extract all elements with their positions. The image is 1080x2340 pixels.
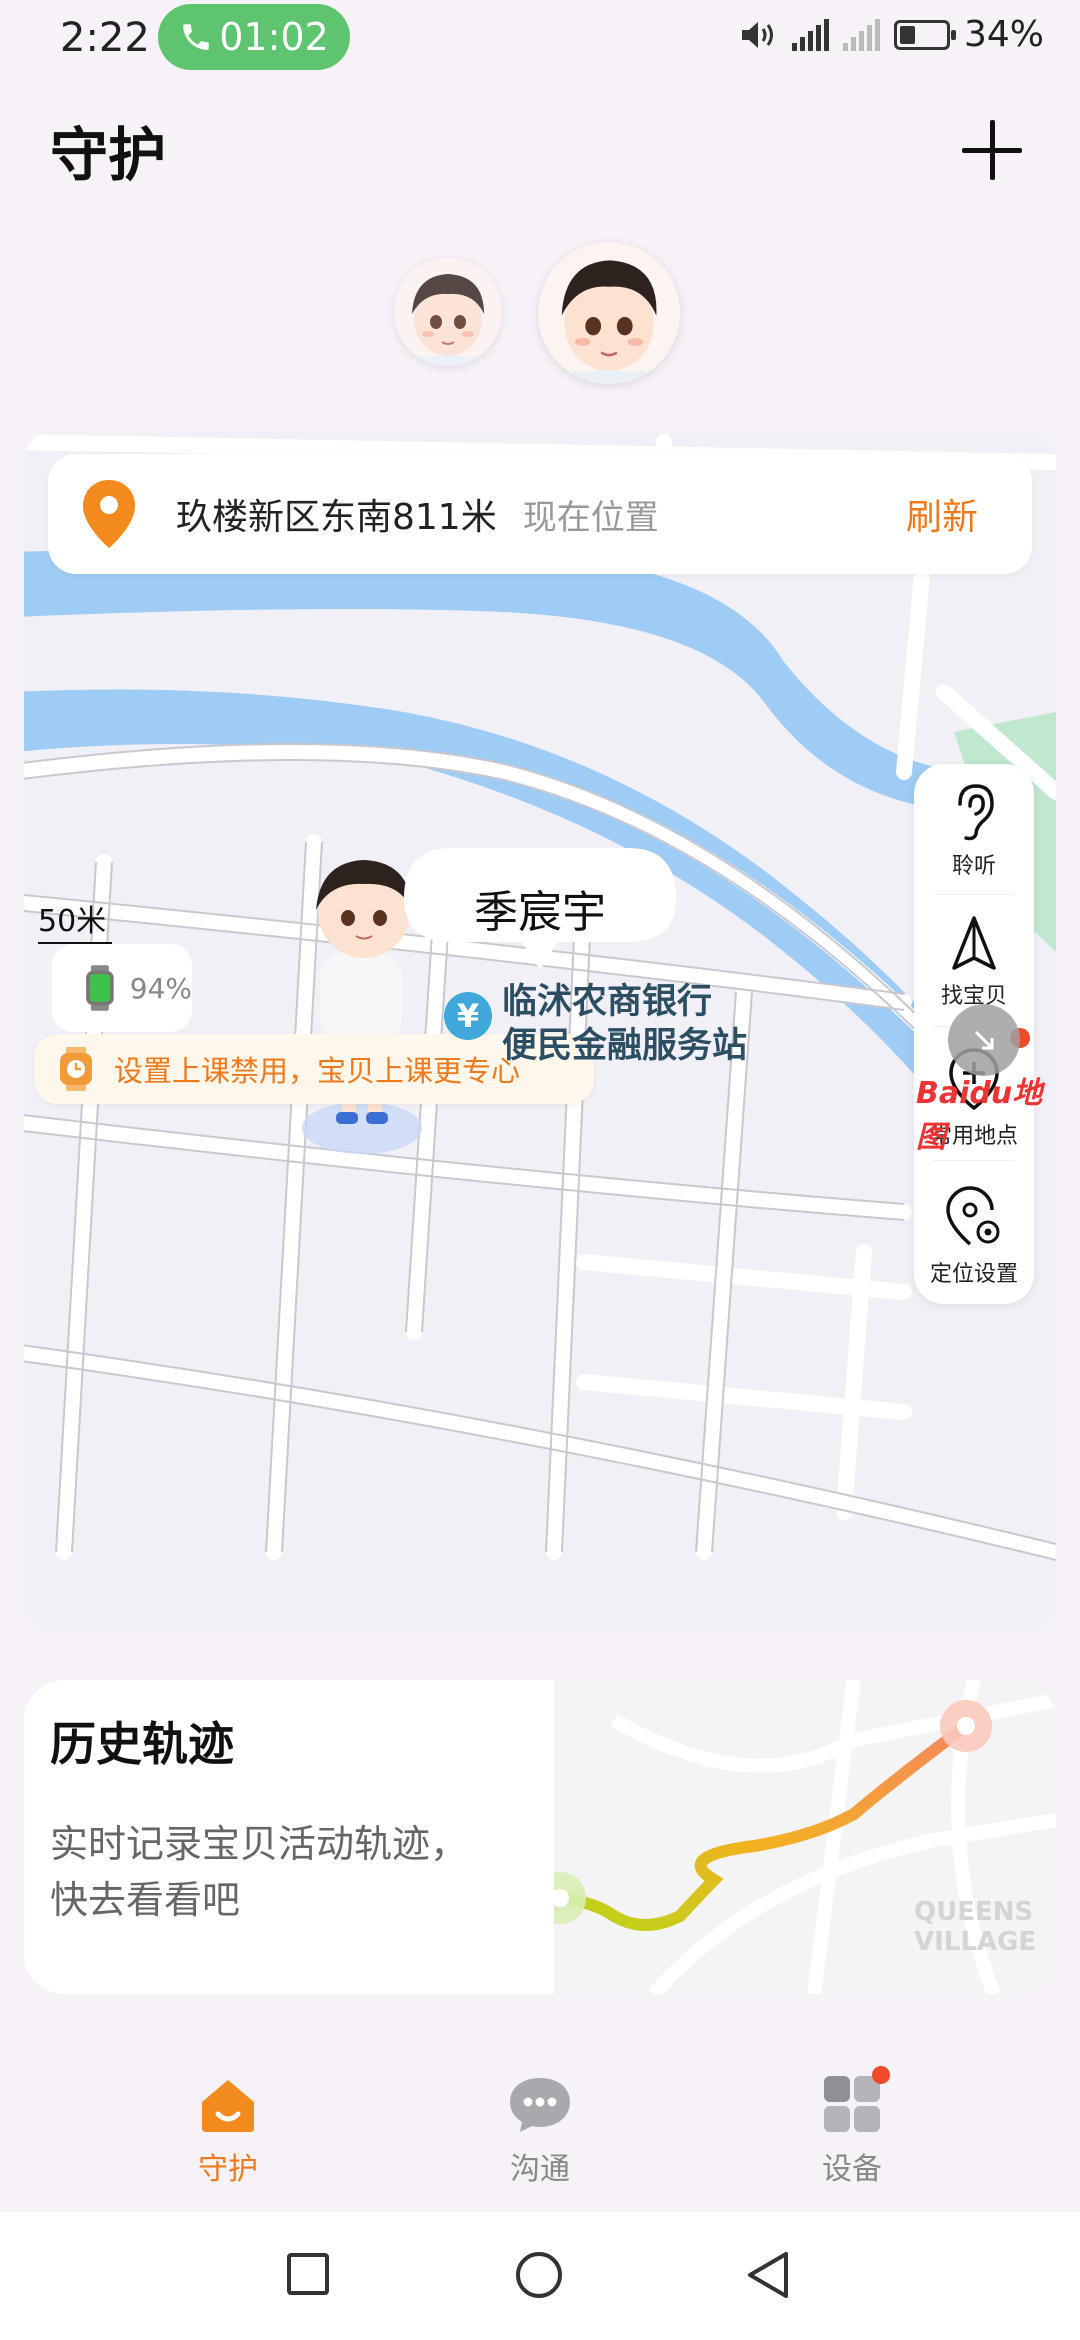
bottom-nav: 守护 沟通 设备 [0, 2050, 1080, 2210]
location-settings-button[interactable]: 定位设置 [914, 1184, 1034, 1288]
bank-icon: ¥ [444, 992, 492, 1040]
history-title: 历史轨迹 [50, 1717, 234, 1771]
nav-guard-label: 守护 [198, 2152, 258, 2187]
nav-device-label: 设备 [822, 2152, 882, 2187]
watch-battery-chip: 94% [52, 944, 192, 1032]
nav-guard[interactable]: 守护 [148, 2072, 308, 2188]
system-nav-bar [0, 2212, 1080, 2340]
watch-icon [86, 965, 114, 1011]
child-face-icon [538, 242, 680, 384]
map-scale: 50米 [38, 896, 112, 944]
listen-button[interactable]: 聆听 [914, 782, 1034, 880]
location-settings-label: 定位设置 [929, 1262, 1018, 1287]
watch-battery-percent: 94% [129, 971, 192, 1005]
status-icons: 34% [738, 14, 1044, 55]
phone-icon [183, 24, 209, 50]
signal-icon [791, 18, 829, 51]
history-description: 实时记录宝贝活动轨迹，快去看看吧 [50, 1822, 469, 1922]
add-button[interactable] [956, 114, 1028, 186]
battery-icon [893, 19, 956, 50]
home-icon [202, 2080, 254, 2132]
device-notification-dot [872, 2066, 890, 2084]
svg-text:VILLAGE: VILLAGE [914, 1927, 1036, 1957]
map-scale-label: 50米 [38, 904, 107, 939]
call-timer-text: 01:02 [219, 15, 329, 59]
baidu-map-logo: Baidu地图 [916, 1076, 1043, 1155]
location-gear-icon [946, 1186, 1000, 1246]
status-time: 2:22 [60, 15, 150, 61]
navigation-arrow-icon [952, 916, 996, 970]
location-address: 玖楼新区东南811米 [176, 497, 497, 538]
nav-device[interactable]: 设备 [772, 2066, 932, 2188]
child-avatar-2[interactable] [538, 242, 680, 384]
call-timer-pill[interactable]: 01:02 [158, 4, 350, 70]
history-map-thumbnail: QUEENS VILLAGE [554, 1680, 1056, 1994]
poi-name-line2: 便民金融服务站 [502, 1026, 748, 1066]
location-bar: 玖楼新区东南811米 现在位置 刷新 [48, 454, 1032, 574]
listen-label: 聆听 [951, 854, 996, 879]
expand-map-button[interactable] [948, 1004, 1020, 1076]
child-name-bubble[interactable]: 季宸宇 [402, 846, 678, 978]
poi-name-line1: 临沭农商银行 [502, 982, 713, 1022]
child-name: 季宸宇 [474, 887, 606, 938]
map-view[interactable]: 玖楼新区东南811米 现在位置 刷新 季宸宇 聆听 找宝贝 常用地点 定位设置 … [24, 432, 1056, 1632]
back-triangle-icon[interactable] [744, 2250, 792, 2300]
chat-bubble-icon [510, 2078, 570, 2132]
poi-bank[interactable]: ¥ 临沭农商银行 便民金融服务站 [444, 980, 747, 1068]
find-child-button[interactable]: 找宝贝 [914, 914, 1034, 1010]
signal-secondary-icon [842, 18, 880, 51]
recent-apps-icon[interactable] [286, 2252, 330, 2296]
volume-icon [741, 21, 773, 48]
location-status: 现在位置 [522, 497, 659, 538]
location-pin-icon [83, 480, 135, 548]
child-avatar-1[interactable] [394, 258, 502, 366]
ear-icon [958, 784, 994, 841]
refresh-button[interactable]: 刷新 [906, 488, 978, 540]
home-circle-icon[interactable] [514, 2250, 564, 2300]
nav-chat-label: 沟通 [510, 2152, 570, 2187]
history-track-card[interactable]: QUEENS VILLAGE 历史轨迹 实时记录宝贝活动轨迹，快去看看吧 [24, 1680, 1056, 1994]
page-title: 守护 [50, 121, 167, 189]
watch-clock-icon [60, 1047, 92, 1091]
expand-arrow-icon [974, 1030, 994, 1050]
battery-percent: 34% [963, 14, 1044, 55]
history-map-label: QUEENS [914, 1897, 1033, 1927]
child-face-icon [394, 258, 502, 366]
nav-chat[interactable]: 沟通 [460, 2072, 620, 2188]
